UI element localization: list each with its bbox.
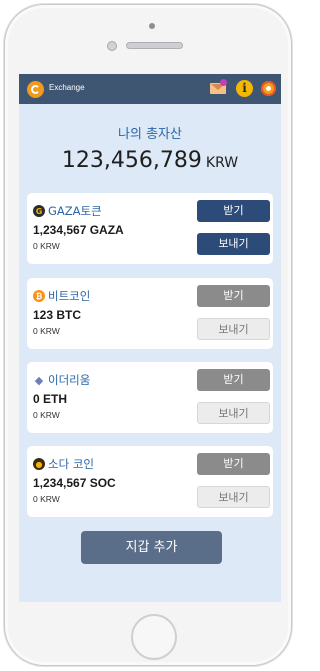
gear-icon[interactable] bbox=[259, 79, 278, 98]
wallet-krw: 0 KRW bbox=[33, 410, 60, 420]
wallet-card-ethereum: ◆ 이더리움 0 ETH 0 KRW 받기 보내기 bbox=[27, 362, 273, 433]
app-name: Exchange bbox=[49, 83, 85, 92]
send-button[interactable]: 보내기 bbox=[197, 233, 270, 255]
wallet-card-soda: ● 소다 코인 1,234,567 SOC 0 KRW 받기 보내기 bbox=[27, 446, 273, 517]
receive-button[interactable]: 받기 bbox=[197, 369, 270, 391]
wallet-amount: 0 ETH bbox=[33, 392, 68, 406]
wallet-card-gaza: G GAZA토큰 1,234,567 GAZA 0 KRW 받기 보내기 bbox=[27, 193, 273, 264]
app-screen: Exchange i 나의 총자산 123,456,789 KRW G GAZA토… bbox=[19, 74, 281, 602]
wallet-krw: 0 KRW bbox=[33, 494, 60, 504]
receive-button[interactable]: 받기 bbox=[197, 200, 270, 222]
home-button[interactable] bbox=[131, 614, 177, 660]
send-button[interactable]: 보내기 bbox=[197, 486, 270, 508]
earpiece bbox=[126, 42, 183, 49]
ethereum-icon: ◆ bbox=[34, 373, 44, 387]
send-button[interactable]: 보내기 bbox=[197, 318, 270, 340]
receive-button[interactable]: 받기 bbox=[197, 285, 270, 307]
wallet-name: 비트코인 bbox=[48, 289, 91, 303]
bitcoin-icon: ₿ bbox=[33, 290, 45, 302]
front-sensor bbox=[149, 23, 155, 29]
wallet-amount: 123 BTC bbox=[33, 308, 82, 322]
soda-coin-icon: ● bbox=[33, 458, 45, 470]
wallet-name: 소다 코인 bbox=[48, 457, 94, 471]
top-bar: Exchange i bbox=[19, 74, 281, 104]
front-camera bbox=[107, 41, 117, 51]
wallet-amount: 1,234,567 GAZA bbox=[33, 223, 124, 237]
page-title: 나의 총자산 bbox=[118, 127, 182, 142]
total-value: 123,456,789 bbox=[61, 148, 202, 173]
wallet-krw: 0 KRW bbox=[33, 241, 60, 251]
receive-button[interactable]: 받기 bbox=[197, 453, 270, 475]
wallet-krw: 0 KRW bbox=[33, 326, 60, 336]
send-button[interactable]: 보내기 bbox=[197, 402, 270, 424]
wallet-card-bitcoin: ₿ 비트코인 123 BTC 0 KRW 받기 보내기 bbox=[27, 278, 273, 349]
total-assets: 123,456,789 KRW bbox=[19, 148, 281, 173]
gaza-coin-icon: G bbox=[33, 205, 45, 217]
wallet-amount: 1,234,567 SOC bbox=[33, 476, 116, 490]
mail-notification-icon[interactable] bbox=[208, 79, 227, 98]
total-unit: KRW bbox=[205, 155, 239, 171]
exchange-logo-icon bbox=[27, 81, 44, 98]
info-icon[interactable]: i bbox=[235, 79, 254, 98]
wallet-name: GAZA토큰 bbox=[48, 204, 102, 218]
wallet-name: 이더리움 bbox=[48, 373, 91, 387]
add-wallet-button[interactable]: 지갑 추가 bbox=[81, 531, 222, 564]
